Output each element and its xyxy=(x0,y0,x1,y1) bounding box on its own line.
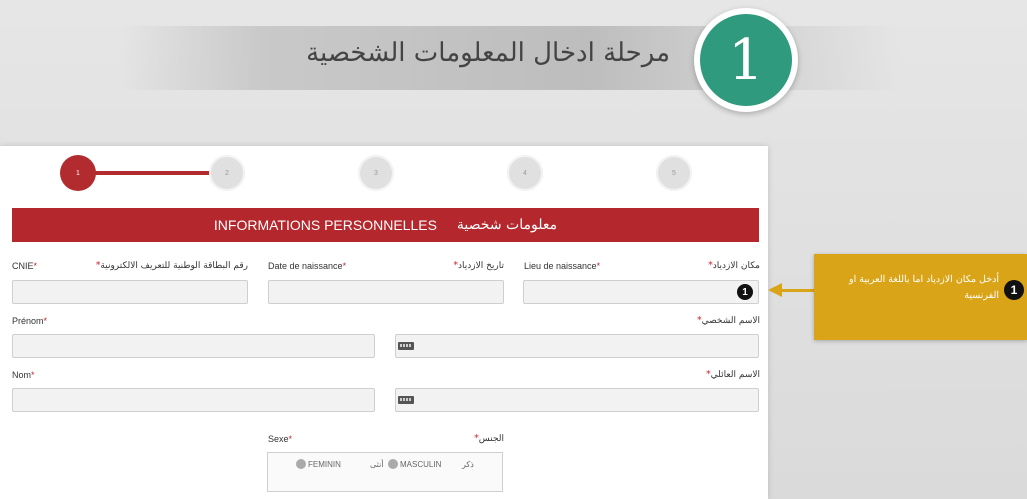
instruction-callout: أدخل مكان الازدياد اما باللغة العربية او… xyxy=(814,254,1027,340)
stepper-step-1[interactable]: 1 xyxy=(60,155,96,191)
form-panel xyxy=(0,146,768,499)
sexe-label: Sexe* xyxy=(268,434,293,444)
date-naissance-label: Date de naissance* xyxy=(268,261,347,271)
keyboard-icon[interactable] xyxy=(398,396,414,404)
cnie-label-ar: رقم البطاقة الوطنية للتعريف الالكترونية* xyxy=(95,261,248,271)
stepper-step-4[interactable]: 4 xyxy=(507,155,543,191)
callout-number: 1 xyxy=(1004,280,1024,300)
radio-masculin-label-ar: ذكر xyxy=(462,460,474,469)
banner-title: مرحلة ادخال المعلومات الشخصية xyxy=(306,38,670,68)
section-title-ar: معلومات شخصية xyxy=(456,217,558,233)
keyboard-icon[interactable] xyxy=(398,342,414,350)
section-title-fr: INFORMATIONS PERSONNELLES xyxy=(213,217,437,233)
radio-feminin[interactable] xyxy=(296,459,306,469)
lieu-naissance-input[interactable] xyxy=(523,280,759,304)
step-number-badge: 1 xyxy=(694,8,798,112)
sexe-radio-group xyxy=(267,452,503,492)
lieu-naissance-label-ar: مكان الازدياد* xyxy=(708,261,760,271)
sexe-label-ar: الجنس* xyxy=(474,434,504,444)
prenom-label: Prénom* xyxy=(12,316,48,326)
prenom-label-ar: الاسم الشخصي* xyxy=(697,316,760,326)
cnie-input[interactable] xyxy=(12,280,248,304)
section-header: INFORMATIONS PERSONNELLES معلومات شخصية xyxy=(12,208,759,242)
prenom-ar-input[interactable] xyxy=(395,334,759,358)
date-naissance-label-ar: تاريخ الازدياد* xyxy=(453,261,504,271)
radio-feminin-label: FEMININ xyxy=(308,460,341,469)
step-number: 1 xyxy=(700,14,792,106)
stepper-progress-line xyxy=(78,171,228,175)
nom-label: Nom* xyxy=(12,370,35,380)
radio-masculin[interactable] xyxy=(388,459,398,469)
nom-label-ar: الاسم العائلي* xyxy=(706,370,760,380)
stepper-step-2[interactable]: 2 xyxy=(209,155,245,191)
lieu-naissance-label: Lieu de naissance* xyxy=(524,261,601,271)
cnie-label: CNIE* xyxy=(12,261,38,271)
prenom-input[interactable] xyxy=(12,334,375,358)
callout-text: أدخل مكان الازدياد اما باللغة العربية او… xyxy=(849,274,999,301)
date-naissance-input[interactable] xyxy=(268,280,504,304)
field-marker-1: 1 xyxy=(737,284,753,300)
callout-arrow-line xyxy=(780,289,816,292)
nom-ar-input[interactable] xyxy=(395,388,759,412)
radio-feminin-label-ar: أنثى xyxy=(370,460,384,469)
radio-masculin-label: MASCULIN xyxy=(400,460,442,469)
nom-input[interactable] xyxy=(12,388,375,412)
stepper-step-3[interactable]: 3 xyxy=(358,155,394,191)
stepper-step-5[interactable]: 5 xyxy=(656,155,692,191)
